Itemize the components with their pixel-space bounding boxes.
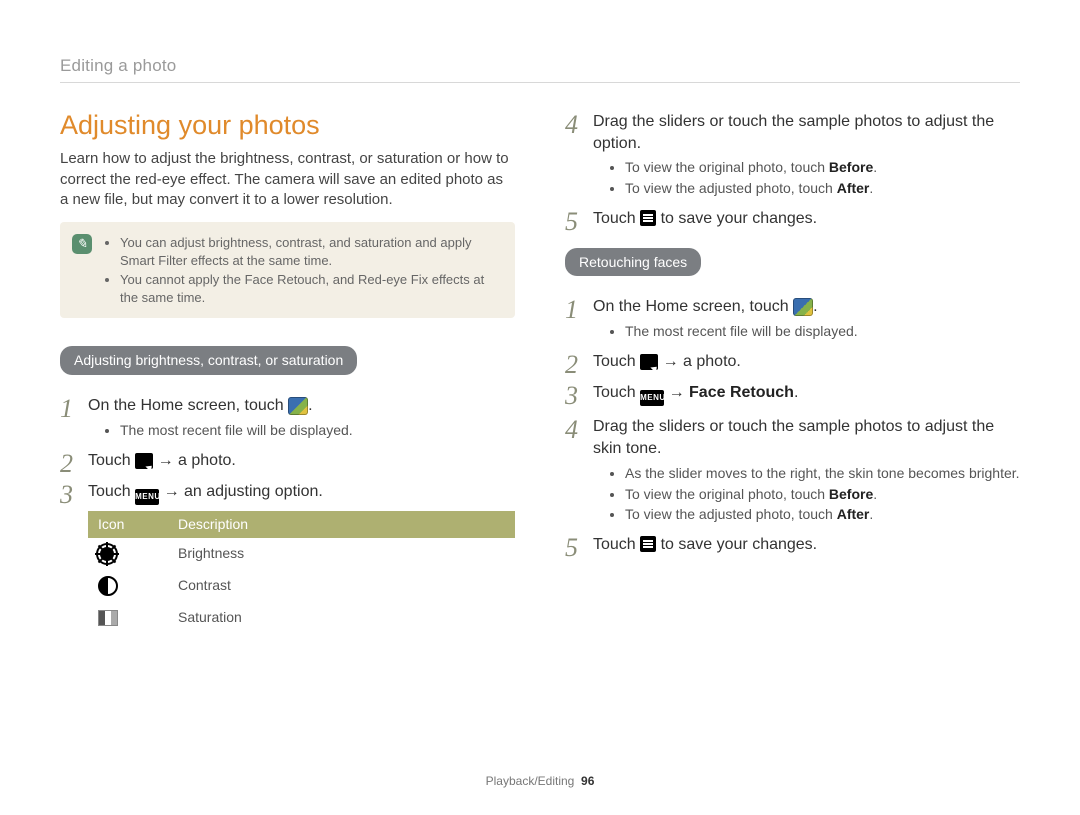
table-row: Brightness xyxy=(88,538,515,569)
step-text: → an adjusting option. xyxy=(159,483,323,500)
save-icon xyxy=(640,210,656,226)
step-4: Drag the sliders or touch the sample pho… xyxy=(565,111,1020,198)
step-4-sub: To view the original photo, touch Before… xyxy=(625,158,1020,177)
adjusting-options-table: Icon Description Brightness Contrast xyxy=(88,511,515,632)
subsection-heading-retouching: Retouching faces xyxy=(565,248,701,277)
note-item: You cannot apply the Face Retouch, and R… xyxy=(120,271,501,306)
step-text: Touch xyxy=(593,353,640,370)
left-column: Adjusting your photos Learn how to adjus… xyxy=(60,101,515,643)
before-label: Before xyxy=(829,486,873,502)
menu-icon: MENU xyxy=(640,390,664,406)
save-icon xyxy=(640,536,656,552)
step-text: to save your changes. xyxy=(656,210,817,227)
step-1-sub: The most recent file will be displayed. xyxy=(120,421,515,440)
menu-icon: MENU xyxy=(135,489,159,505)
note-callout: ✎ You can adjust brightness, contrast, a… xyxy=(60,222,515,318)
step-text: Touch xyxy=(88,452,135,469)
page-title: Adjusting your photos xyxy=(60,107,515,143)
sub-text: To view the original photo, touch xyxy=(625,486,829,502)
contrast-icon xyxy=(98,576,118,596)
step-4-sub: To view the adjusted photo, touch After. xyxy=(625,179,1020,198)
step-2: Touch → a photo. xyxy=(565,351,1020,373)
step-5: Touch to save your changes. xyxy=(565,208,1020,230)
step-4-sub: As the slider moves to the right, the sk… xyxy=(625,464,1020,483)
table-cell: Brightness xyxy=(168,538,515,569)
table-header-desc: Description xyxy=(168,511,515,538)
step-4-sub: To view the adjusted photo, touch After. xyxy=(625,505,1020,524)
note-icon: ✎ xyxy=(72,234,92,254)
manual-page: Editing a photo Adjusting your photos Le… xyxy=(0,0,1080,815)
step-text: Drag the sliders or touch the sample pho… xyxy=(593,418,994,457)
step-text: Touch xyxy=(593,384,640,401)
page-number: 96 xyxy=(581,774,594,788)
gallery-icon xyxy=(793,298,813,316)
step-text: On the Home screen, touch xyxy=(88,397,288,414)
step-3: Touch MENU → an adjusting option. Icon D… xyxy=(60,481,515,632)
after-label: After xyxy=(837,180,870,196)
steps-retouching: On the Home screen, touch . The most rec… xyxy=(565,296,1020,556)
step-text: Touch xyxy=(88,483,135,500)
footer-section: Playback/Editing xyxy=(486,774,575,788)
step-text: On the Home screen, touch xyxy=(593,298,793,315)
before-label: Before xyxy=(829,159,873,175)
step-4-sub: To view the original photo, touch Before… xyxy=(625,485,1020,504)
table-header-icon: Icon xyxy=(88,511,168,538)
page-footer: Playback/Editing 96 xyxy=(0,773,1080,789)
step-text: to save your changes. xyxy=(656,536,817,553)
sub-text: To view the original photo, touch xyxy=(625,159,829,175)
step-3: Touch MENU → Face Retouch. xyxy=(565,382,1020,406)
subsection-heading-adjusting: Adjusting brightness, contrast, or satur… xyxy=(60,346,357,375)
step-1-sub: The most recent file will be displayed. xyxy=(625,322,1020,341)
after-label: After xyxy=(837,506,870,522)
step-4: Drag the sliders or touch the sample pho… xyxy=(565,416,1020,524)
gallery-icon xyxy=(288,397,308,415)
steps-adjusting: On the Home screen, touch . The most rec… xyxy=(60,395,515,632)
table-cell: Contrast xyxy=(168,569,515,601)
edit-icon xyxy=(135,453,153,469)
table-row: Contrast xyxy=(88,569,515,601)
steps-adjusting-cont: Drag the sliders or touch the sample pho… xyxy=(565,111,1020,230)
step-1: On the Home screen, touch . The most rec… xyxy=(565,296,1020,340)
edit-icon xyxy=(640,354,658,370)
sub-text: To view the adjusted photo, touch xyxy=(625,180,837,196)
step-5: Touch to save your changes. xyxy=(565,534,1020,556)
saturation-icon xyxy=(98,610,118,626)
right-column: Drag the sliders or touch the sample pho… xyxy=(565,101,1020,643)
breadcrumb: Editing a photo xyxy=(60,55,1020,83)
table-row: Saturation xyxy=(88,602,515,633)
step-1: On the Home screen, touch . The most rec… xyxy=(60,395,515,439)
brightness-icon xyxy=(98,545,116,563)
intro-paragraph: Learn how to adjust the brightness, cont… xyxy=(60,149,515,210)
note-item: You can adjust brightness, contrast, and… xyxy=(120,234,501,269)
face-retouch-label: Face Retouch xyxy=(689,384,794,401)
step-text: → xyxy=(664,384,689,401)
step-text: → a photo. xyxy=(153,452,236,469)
step-2: Touch → a photo. xyxy=(60,450,515,472)
table-cell: Saturation xyxy=(168,602,515,633)
step-text: Touch xyxy=(593,210,640,227)
sub-text: To view the adjusted photo, touch xyxy=(625,506,837,522)
step-text: Touch xyxy=(593,536,640,553)
step-text: → a photo. xyxy=(658,353,741,370)
step-text: Drag the sliders or touch the sample pho… xyxy=(593,113,994,152)
